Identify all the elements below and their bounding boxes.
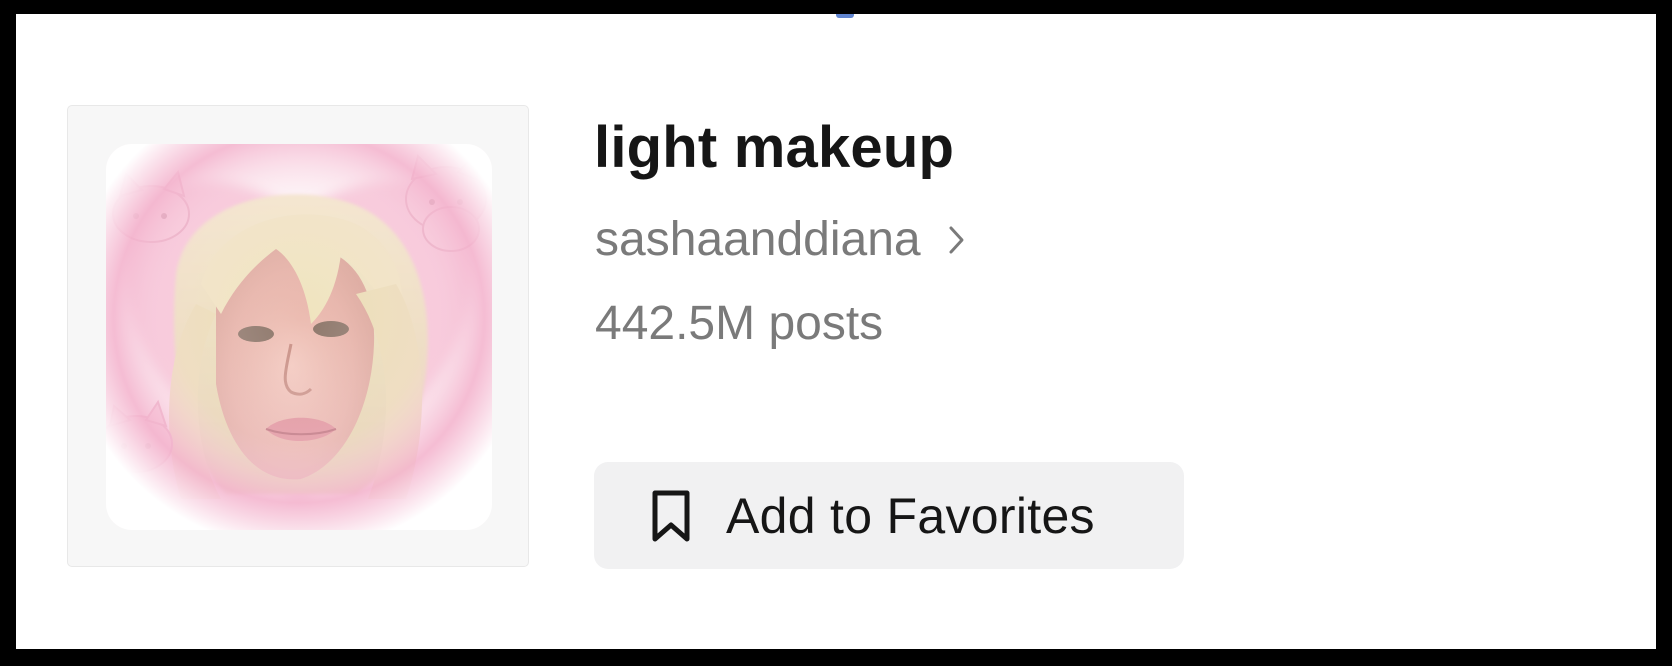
bookmark-icon — [648, 488, 694, 544]
collection-header-card: light makeup sashaanddiana 442.5M posts … — [16, 14, 1656, 649]
cover-artwork — [106, 144, 492, 530]
add-to-favorites-button[interactable]: Add to Favorites — [594, 462, 1184, 569]
add-to-favorites-label: Add to Favorites — [726, 487, 1095, 544]
creator-name: sashaanddiana — [595, 213, 921, 266]
collection-title: light makeup — [594, 115, 955, 180]
post-count: 442.5M posts — [595, 297, 884, 350]
top-indicator — [836, 14, 854, 18]
creator-link[interactable]: sashaanddiana — [595, 212, 967, 267]
collection-cover-image[interactable] — [67, 105, 529, 567]
chevron-right-icon — [947, 223, 967, 257]
